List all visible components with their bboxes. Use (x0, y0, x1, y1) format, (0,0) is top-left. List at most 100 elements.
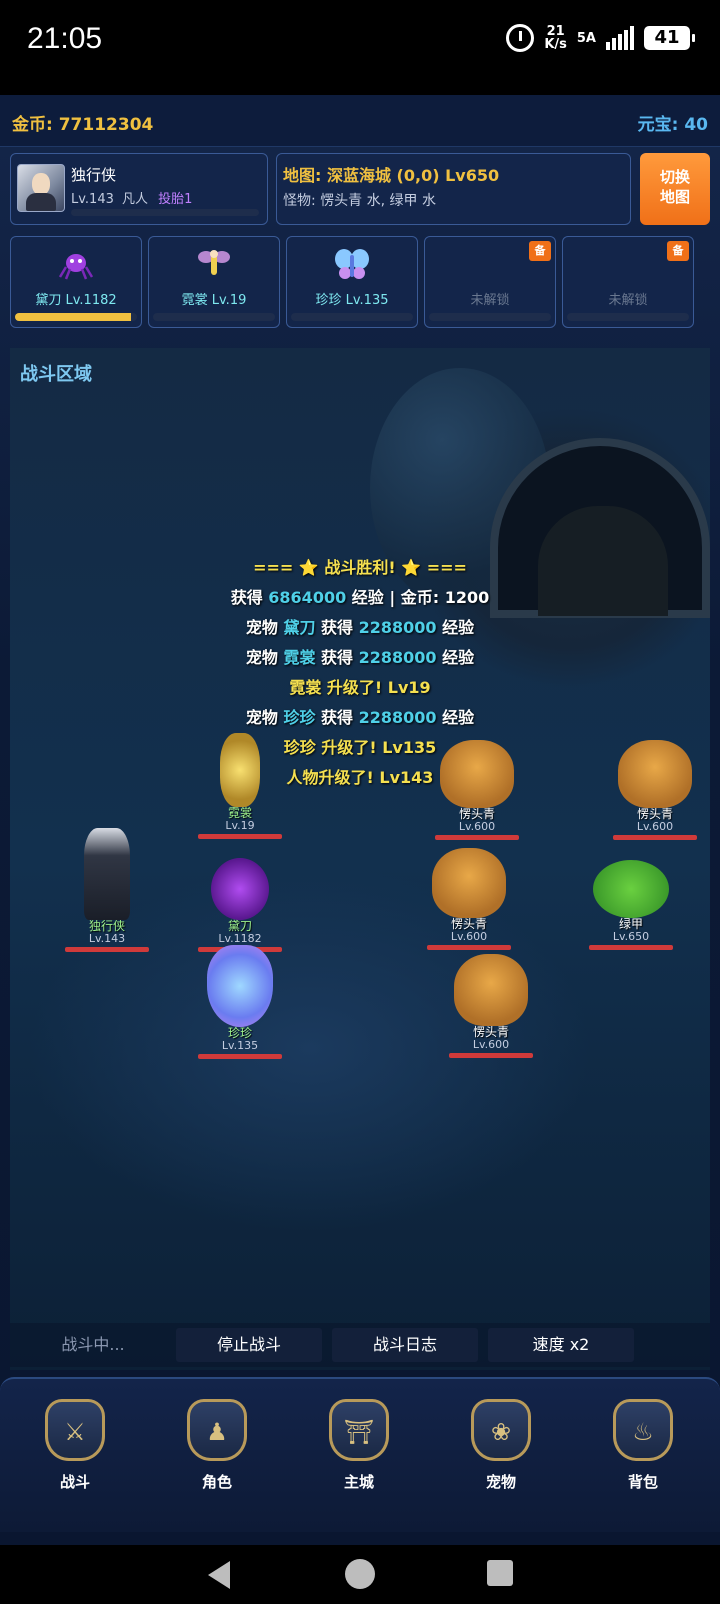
log-levelup-1: 霓裳 升级了! Lv19 (289, 678, 431, 697)
butterfly-pet-icon (335, 249, 369, 279)
pet-exp-bar (429, 313, 551, 321)
battle-controls: 战斗中... 停止战斗 战斗日志 速度 x2 (10, 1323, 710, 1367)
unit-level: Lv.600 (450, 930, 488, 943)
nav-label: 主城 (343, 1473, 374, 1491)
seal-sprite (454, 954, 528, 1026)
nav-city[interactable]: ⛩ 主城 (314, 1399, 404, 1492)
unit-level: Lv.19 (225, 819, 255, 832)
player-rank: 凡人 (122, 192, 149, 207)
network-type: 5A (576, 30, 596, 46)
net-speed: 21 K/s (544, 25, 567, 51)
castle-icon: ⛩ (329, 1399, 389, 1461)
spider-pet-icon (58, 254, 94, 280)
unit-level: Lv.600 (636, 820, 674, 833)
reserve-badge: 备 (529, 241, 551, 261)
player-card[interactable]: 独行侠 Lv.143 凡人 投胎1 (10, 153, 268, 225)
unit-level: Lv.143 (88, 932, 126, 945)
system-nav-bar (0, 1545, 720, 1604)
nav-pet[interactable]: ❀ 宠物 (456, 1399, 546, 1492)
log-levelup-player: 人物升级了! Lv143 (286, 768, 434, 787)
hp-bar (198, 834, 282, 839)
bag-icon: ♨ (613, 1399, 673, 1461)
unit-seal-3[interactable]: 愣头青 Lv.600 (424, 848, 514, 950)
butterfly-sprite (207, 945, 273, 1027)
unit-seal-2[interactable]: 愣头青 Lv.600 (610, 740, 700, 840)
crab-sprite (593, 860, 669, 918)
reserve-badge: 备 (667, 241, 689, 261)
nav-battle[interactable]: ⚔ 战斗 (30, 1399, 120, 1492)
fairy-pet-icon (198, 250, 230, 275)
unit-seal-4[interactable]: 愣头青 Lv.600 (446, 954, 536, 1058)
hp-bar (198, 1054, 282, 1059)
hp-bar (589, 945, 673, 950)
nav-bag[interactable]: ♨ 背包 (598, 1399, 688, 1492)
log-pet-exp-1: 宠物 黛刀 获得 2288000 经验 (245, 618, 475, 637)
status-bar: 21:05 21 K/s 5A 41 (0, 0, 720, 95)
log-pet-exp-3: 宠物 珍珍 获得 2288000 经验 (245, 708, 475, 727)
player-avatar[interactable] (17, 164, 65, 212)
hp-bar (435, 835, 519, 840)
currency-bar: 金币: 77112304 元宝: 40 (0, 95, 720, 147)
battery-icon: 41 (644, 26, 695, 50)
nav-label: 背包 (627, 1473, 658, 1491)
unit-spider[interactable]: 黛刀 Lv.1182 (195, 858, 285, 952)
pet-slot-5[interactable]: 备 未解锁 (562, 236, 694, 328)
battle-status: 战斗中... (61, 1335, 125, 1354)
pet-slot-2[interactable]: 霓裳 Lv.19 (148, 236, 280, 328)
yuanbao-amount: 元宝: 40 (637, 115, 708, 135)
unit-seal-1[interactable]: 愣头青 Lv.600 (432, 740, 522, 840)
pet-exp-bar (15, 313, 137, 321)
log-levelup-2: 珍珍 升级了! Lv135 (283, 738, 437, 757)
nav-label: 战斗 (59, 1473, 90, 1491)
speed-button[interactable]: 速度 x2 (488, 1328, 634, 1362)
home-icon[interactable] (345, 1559, 375, 1589)
battle-area: 战斗区域 === ⭐ 战斗胜利! ⭐ === 获得 6864000 经验 | 金… (10, 348, 710, 1370)
switch-map-button[interactable]: 切换 地图 (640, 153, 710, 225)
spider-sprite (211, 858, 269, 920)
recent-apps-icon[interactable] (487, 1560, 513, 1586)
signal-icon (606, 26, 634, 50)
hp-bar (65, 947, 149, 952)
pet-exp-bar (291, 313, 413, 321)
battle-log-button[interactable]: 战斗日志 (332, 1328, 478, 1362)
seal-sprite (432, 848, 506, 918)
unit-level: Lv.1182 (218, 932, 262, 945)
warrior-sprite (84, 828, 130, 920)
map-info-card: 地图: 深蓝海城 (0,0) Lv650 怪物: 愣头青 水, 绿甲 水 (276, 153, 631, 225)
nav-label: 角色 (201, 1473, 232, 1491)
map-monsters: 怪物: 愣头青 水, 绿甲 水 (283, 193, 436, 209)
unit-level: Lv.600 (458, 820, 496, 833)
player-level: Lv.143 (71, 192, 114, 207)
fairy-sprite (220, 733, 260, 807)
pet-slot-3[interactable]: 珍珍 Lv.135 (286, 236, 418, 328)
hp-bar (449, 1053, 533, 1058)
hp-bar (613, 835, 697, 840)
status-icons: 21 K/s 5A 41 (506, 24, 695, 52)
hp-bar (427, 945, 511, 950)
player-name: 独行侠 (71, 166, 117, 184)
stop-battle-button[interactable]: 停止战斗 (176, 1328, 322, 1362)
pet-slot-label: 未解锁 (608, 293, 648, 308)
unit-player[interactable]: 独行侠 Lv.143 (62, 828, 152, 952)
unit-level: Lv.650 (612, 930, 650, 943)
unit-butterfly[interactable]: 珍珍 Lv.135 (195, 945, 285, 1059)
bottom-nav: ⚔ 战斗 ♟ 角色 ⛩ 主城 ❀ 宠物 ♨ 背包 (0, 1377, 720, 1532)
nav-label: 宠物 (485, 1473, 516, 1491)
pet-slot-1[interactable]: 黛刀 Lv.1182 (10, 236, 142, 328)
pet-slot-4[interactable]: 备 未解锁 (424, 236, 556, 328)
paw-icon: ❀ (471, 1399, 531, 1461)
unit-fairy[interactable]: 霓裳 Lv.19 (195, 733, 285, 839)
nav-role[interactable]: ♟ 角色 (172, 1399, 262, 1492)
log-victory: === ⭐ 战斗胜利! ⭐ === (253, 558, 467, 577)
seal-sprite (618, 740, 692, 808)
unit-crab[interactable]: 绿甲 Lv.650 (586, 860, 676, 950)
crossed-swords-icon: ⚔ (45, 1399, 105, 1461)
alarm-icon (506, 24, 535, 52)
pet-exp-bar (153, 313, 275, 321)
game-screen: 金币: 77112304 元宝: 40 独行侠 Lv.143 凡人 投胎1 地图… (0, 95, 720, 1545)
back-icon[interactable] (208, 1561, 230, 1589)
player-level-line: Lv.143 凡人 投胎1 (71, 188, 192, 207)
log-pet-exp-2: 宠物 霓裳 获得 2288000 经验 (245, 648, 475, 667)
pet-exp-bar (567, 313, 689, 321)
net-speed-unit: K/s (544, 37, 567, 52)
